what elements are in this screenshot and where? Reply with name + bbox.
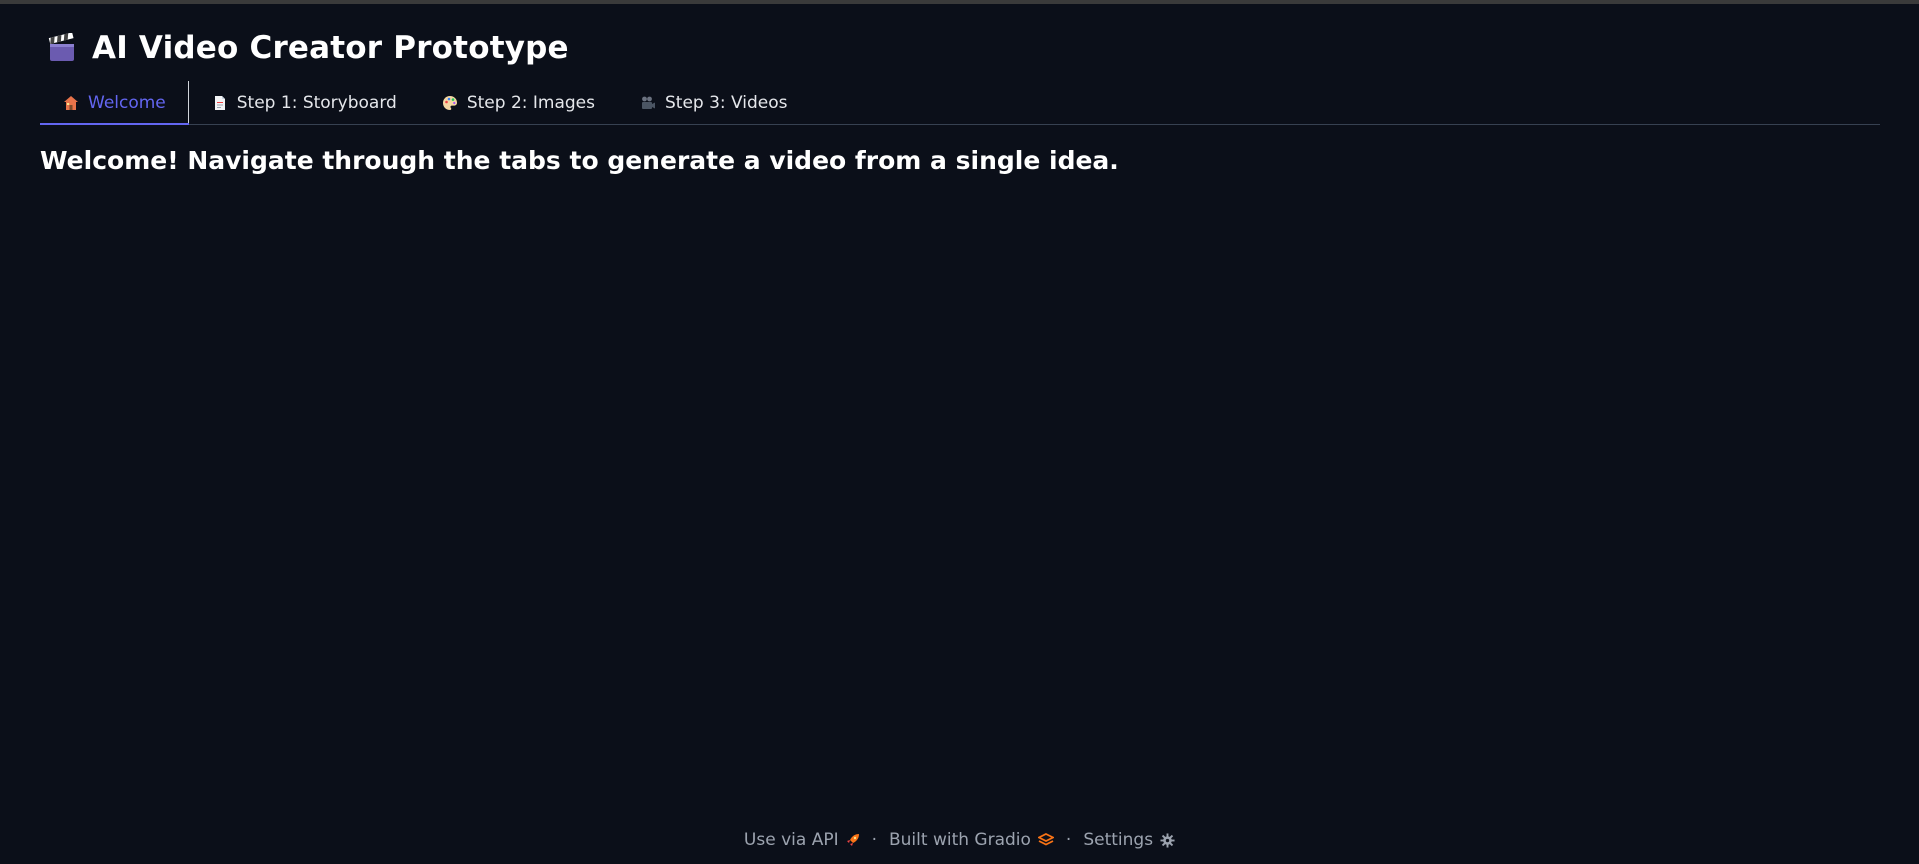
use-via-api-link[interactable]: Use via API [744, 830, 860, 850]
house-icon [62, 94, 80, 112]
tab-bar: Welcome Step 1: Storyboard Step 2: Image… [40, 81, 1880, 125]
rocket-icon [846, 833, 860, 847]
gradio-logo-icon [1037, 833, 1054, 847]
app-container: AI Video Creator Prototype Welcome Step … [40, 4, 1880, 864]
tab-videos[interactable]: Step 3: Videos [617, 81, 810, 124]
tab-label: Step 2: Images [466, 92, 595, 113]
welcome-heading: Welcome! Navigate through the tabs to ge… [40, 146, 1119, 175]
gear-icon [1160, 832, 1175, 848]
page-title: AI Video Creator Prototype [92, 30, 569, 66]
page-icon [211, 94, 229, 112]
built-label: Built with Gradio [889, 830, 1031, 850]
footer-separator: · [871, 830, 877, 850]
settings-label: Settings [1083, 830, 1154, 850]
footer-separator: · [1065, 830, 1072, 850]
tab-images[interactable]: Step 2: Images [419, 81, 617, 124]
tab-label: Welcome [88, 92, 166, 113]
tab-label: Step 1: Storyboard [236, 92, 397, 113]
tab-welcome[interactable]: Welcome [40, 81, 189, 125]
settings-link[interactable]: Settings [1083, 830, 1175, 850]
clapperboard-icon [46, 32, 78, 64]
tab-storyboard[interactable]: Step 1: Storyboard [189, 81, 419, 124]
app-header: AI Video Creator Prototype [46, 26, 569, 70]
built-with-gradio-link[interactable]: Built with Gradio [889, 830, 1054, 850]
footer: Use via API · Built with Gradio · Settin… [0, 826, 1919, 854]
palette-icon [441, 94, 459, 112]
api-label: Use via API [743, 830, 839, 850]
tab-label: Step 3: Videos [664, 92, 788, 113]
video-camera-icon [639, 94, 657, 112]
